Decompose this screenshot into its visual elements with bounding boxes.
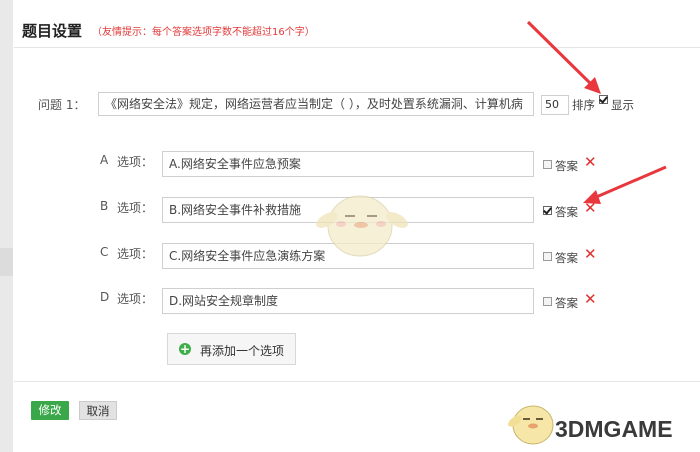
answer-label: 答案 xyxy=(555,205,578,219)
add-option-button[interactable]: + 再添加一个选项 xyxy=(167,333,296,365)
mascot-watermark-icon xyxy=(316,195,408,257)
option-letter: A xyxy=(100,153,109,167)
plus-circle-icon: + xyxy=(179,342,191,356)
delete-icon[interactable]: ✕ xyxy=(584,290,597,308)
question-input[interactable]: 《网络安全法》规定，网络运营者应当制定（ ），及时处置系统漏洞、计算机病 xyxy=(98,92,534,116)
footer-divider xyxy=(14,381,700,382)
answer-label: 答案 xyxy=(555,159,578,173)
option-letter: C xyxy=(100,245,109,259)
option-label: 选项： xyxy=(117,201,154,215)
delete-icon[interactable]: ✕ xyxy=(584,153,597,171)
page-title: 题目设置 xyxy=(22,22,83,40)
option-label: 选项： xyxy=(117,247,154,261)
option-label: 选项： xyxy=(117,155,154,169)
header-divider xyxy=(14,47,700,48)
option-row-d: D 选项： D.网站安全规章制度 答案 ✕ xyxy=(0,288,700,328)
answer-checkbox[interactable] xyxy=(543,252,552,261)
option-letter: B xyxy=(100,199,109,213)
option-input[interactable]: D.网站安全规章制度 xyxy=(162,288,534,314)
answer-checkbox[interactable] xyxy=(543,160,552,169)
show-checkbox[interactable] xyxy=(599,95,608,104)
delete-icon[interactable]: ✕ xyxy=(584,199,597,217)
question-label: 问题 1： xyxy=(38,98,86,112)
option-label: 选项： xyxy=(117,292,154,306)
option-letter: D xyxy=(100,290,110,304)
order-input[interactable]: 50 xyxy=(541,95,569,115)
delete-icon[interactable]: ✕ xyxy=(584,245,597,263)
show-label: 显示 xyxy=(611,98,634,112)
answer-label: 答案 xyxy=(555,251,578,265)
save-button[interactable]: 修改 xyxy=(31,401,69,420)
answer-label: 答案 xyxy=(555,296,578,310)
answer-checkbox[interactable] xyxy=(543,206,552,215)
cancel-button[interactable]: 取消 xyxy=(79,401,117,420)
order-label: 排序 xyxy=(572,98,595,112)
answer-checkbox[interactable] xyxy=(543,297,552,306)
watermark-text: 3DMGAME xyxy=(555,416,673,442)
hint-text: （友情提示：每个答案选项字数不能超过16个字） xyxy=(92,27,315,38)
option-input[interactable]: A.网络安全事件应急预案 xyxy=(162,151,534,177)
add-option-label: 再添加一个选项 xyxy=(200,344,285,358)
